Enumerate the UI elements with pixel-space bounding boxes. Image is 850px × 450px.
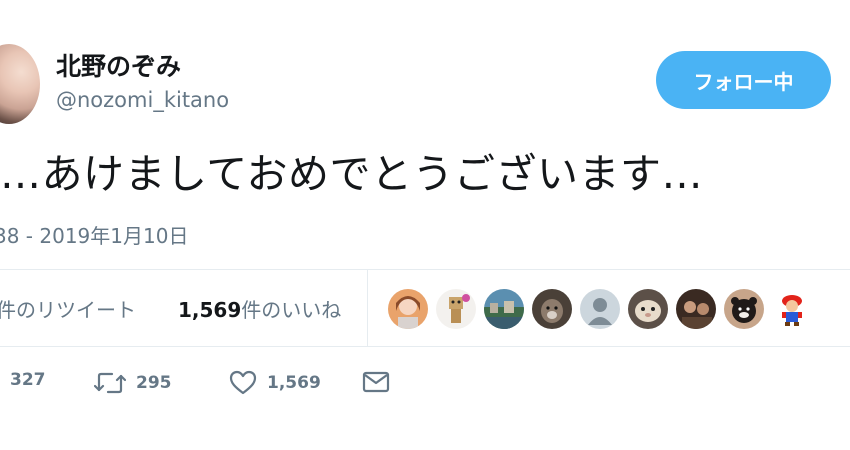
like-stat-label: 件のいいね	[241, 298, 342, 322]
avatar-person-icon[interactable]	[676, 289, 716, 329]
stats-vertical-divider	[367, 270, 368, 346]
like-stat-number: 1,569	[178, 298, 242, 322]
avatar-danbo-icon[interactable]	[436, 289, 476, 329]
retweet-icon	[94, 370, 126, 396]
like-count-stat[interactable]: 1,569件のいいね	[178, 294, 341, 323]
tweet-timestamp[interactable]: 38 - 2019年1月10日	[0, 220, 188, 249]
dm-action[interactable]	[362, 370, 390, 394]
avatar-default-icon[interactable]	[580, 289, 620, 329]
divider-bottom	[0, 346, 850, 347]
divider-top	[0, 269, 850, 270]
retweet-count: 295	[136, 373, 172, 393]
user-handle[interactable]: @nozomi_kitano	[56, 88, 229, 112]
reply-action[interactable]: 327	[10, 370, 46, 390]
tweet-text: …あけましておめでとうございます…	[0, 150, 704, 198]
display-name[interactable]: 北野のぞみ	[56, 47, 181, 83]
user-avatar[interactable]	[0, 44, 40, 124]
retweet-action[interactable]: 295	[94, 370, 172, 396]
follow-button[interactable]: フォロー中	[656, 51, 831, 109]
avatar-landscape-icon[interactable]	[484, 289, 524, 329]
envelope-icon	[362, 370, 390, 394]
avatar-mario-icon[interactable]	[772, 289, 812, 329]
heart-icon	[229, 370, 257, 396]
avatar-bear-icon[interactable]	[724, 289, 764, 329]
tweet-page: 北野のぞみ @nozomi_kitano フォロー中 …あけましておめでとうござ…	[0, 0, 850, 450]
like-count: 1,569	[267, 373, 321, 393]
avatar-woman-icon[interactable]	[388, 289, 428, 329]
avatar-cat-icon[interactable]	[628, 289, 668, 329]
reply-count: 327	[10, 370, 46, 390]
retweet-count-stat[interactable]: 件のリツイート	[0, 294, 136, 323]
avatar-dog-icon[interactable]	[532, 289, 572, 329]
like-action[interactable]: 1,569	[229, 370, 321, 396]
retweet-stat-label: 件のリツイート	[0, 298, 136, 322]
